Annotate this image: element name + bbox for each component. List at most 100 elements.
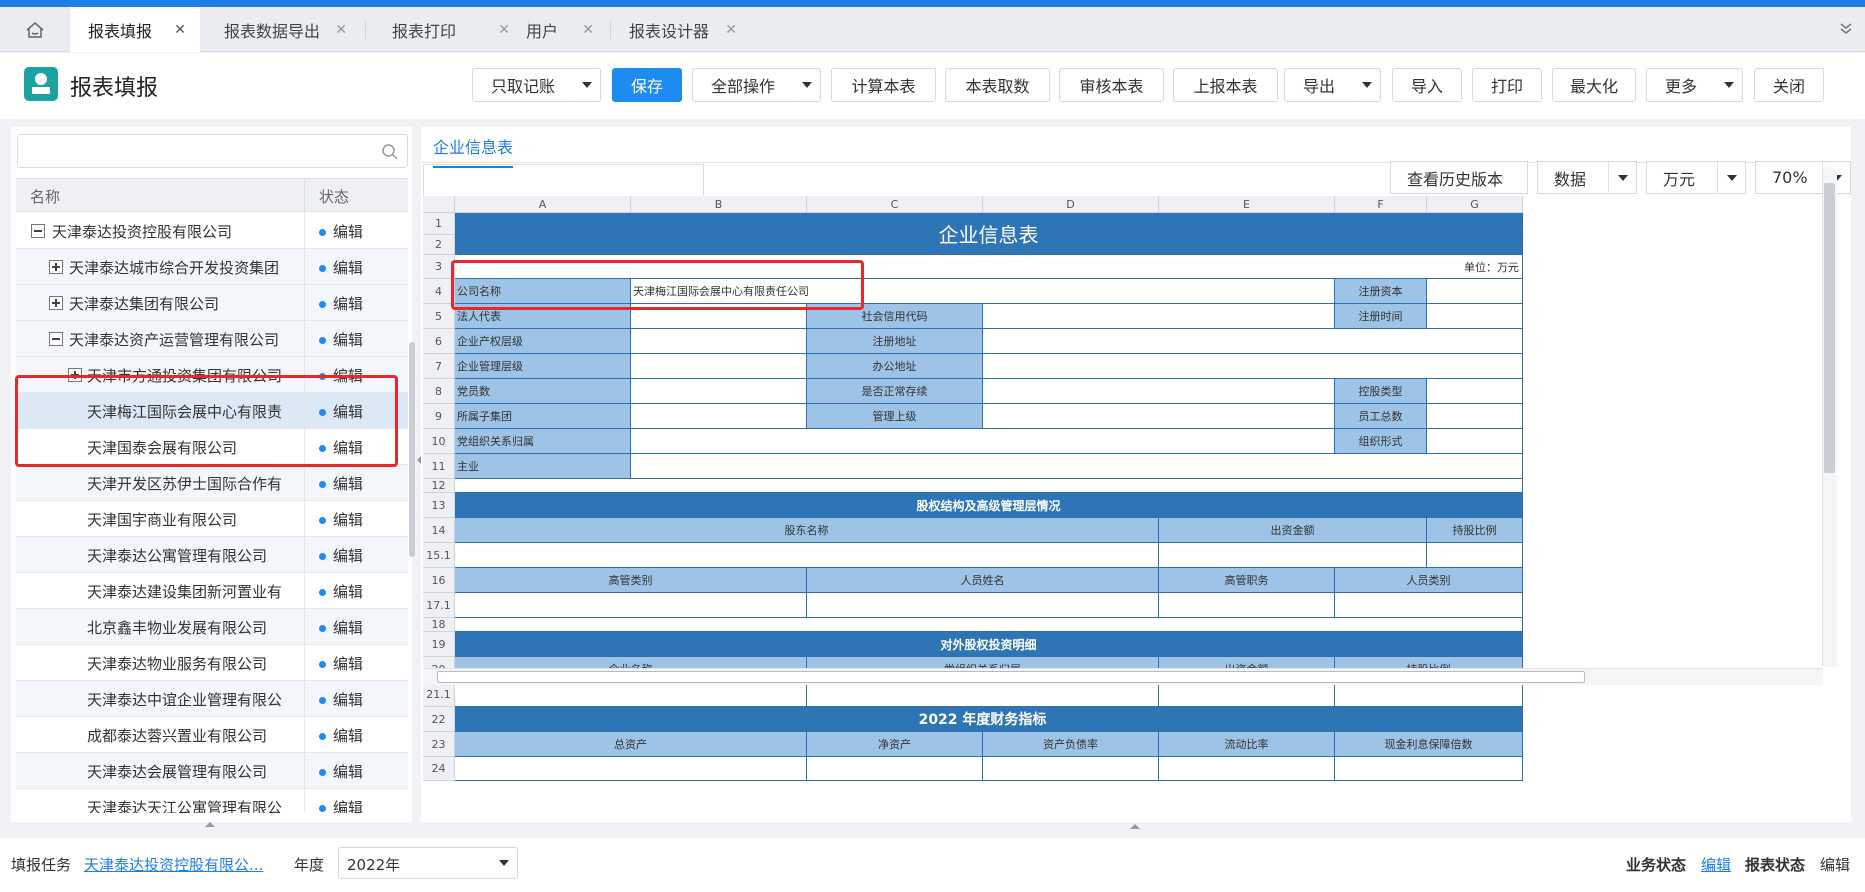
close-icon[interactable]: ✕ [582,22,594,38]
row-header[interactable]: 6 [423,329,455,354]
tree-row[interactable]: 天津泰达公寓管理有限公司 编辑 [16,537,408,573]
cell-shareholder-name[interactable] [455,543,1159,568]
col-header[interactable]: B [631,196,807,213]
row-header[interactable]: 9 [423,404,455,429]
tab-report-fill[interactable]: 报表填报 ✕ [70,7,200,52]
row-header[interactable]: 16 [423,568,455,593]
tree-row[interactable]: 天津国宇商业有限公司 编辑 [16,501,408,537]
cell-debt-ratio[interactable] [983,757,1159,781]
tab-user[interactable]: 用户 ✕ [508,7,608,52]
cell-share-ratio[interactable] [1427,543,1523,568]
cell-superior[interactable] [983,404,1335,429]
only-record-dropdown[interactable] [573,68,601,102]
tree-row[interactable]: 天津泰达天江公寓管理有限公 编辑 [16,789,408,813]
data-select[interactable]: 数据 [1537,161,1637,194]
row-header[interactable]: 11 [423,454,455,479]
tree-row[interactable]: 天津泰达会展管理有限公司 编辑 [16,753,408,789]
cell-net-assets[interactable] [807,757,983,781]
double-chevron-down-icon[interactable] [1839,21,1853,40]
row-header[interactable]: 2 [423,235,455,255]
view-history-button[interactable]: 查看历史版本 [1390,161,1528,194]
row-header[interactable]: 21.1 [423,682,455,707]
row-header[interactable]: 10 [423,429,455,454]
tree-row[interactable]: 天津泰达集团有限公司 编辑 [16,285,408,321]
sheet-horizontal-thumb[interactable] [437,671,1585,683]
cell-normal-operation[interactable] [983,379,1335,404]
cell-property-level[interactable] [631,329,807,354]
col-header[interactable]: F [1335,196,1427,213]
more-button[interactable]: 更多 [1646,68,1716,102]
cell-interest-coverage[interactable] [1335,757,1523,781]
cell-investment-amount[interactable] [1159,543,1427,568]
expand-icon[interactable] [49,260,63,274]
row-header[interactable]: 24 [423,757,455,781]
row-header[interactable]: 14 [423,518,455,543]
tab-report-designer[interactable]: 报表设计器 ✕ [611,7,751,52]
cell-party-org-invest[interactable] [807,682,1159,707]
unit-select[interactable]: 万元 [1646,161,1746,194]
search-icon[interactable] [381,143,399,165]
task-link[interactable]: 天津泰达投资控股有限公... [84,854,263,875]
print-button[interactable]: 打印 [1472,68,1542,102]
cell-formula-input[interactable] [423,164,704,198]
close-button[interactable]: 关闭 [1754,68,1824,102]
tree-row[interactable]: 天津泰达城市综合开发投资集团 编辑 [16,249,408,285]
home-tab[interactable] [0,7,70,52]
more-dropdown[interactable] [1715,68,1743,102]
row-header[interactable]: 23 [423,732,455,757]
cell-org-form[interactable] [1427,429,1523,454]
col-header[interactable]: G [1427,196,1523,213]
row-header[interactable]: 1 [423,213,455,235]
cell-mgmt-level[interactable] [631,354,807,379]
calculate-sheet-button[interactable]: 计算本表 [831,68,936,102]
collapse-icon[interactable] [31,224,45,238]
tree-scrollbar[interactable] [409,342,415,557]
row-header[interactable]: 13 [423,493,455,518]
cell-reg-capital[interactable] [1427,279,1523,304]
row-header[interactable]: 17.1 [423,593,455,618]
all-operations-dropdown[interactable] [793,68,821,102]
row-header[interactable]: 8 [423,379,455,404]
tab-report-export[interactable]: 报表数据导出 ✕ [206,7,361,52]
export-dropdown[interactable] [1353,68,1381,102]
cell-exec-category[interactable] [455,593,807,618]
tree-row[interactable]: 天津泰达资产运营管理有限公司 编辑 [16,321,408,357]
col-header[interactable]: A [455,196,631,213]
all-operations-button[interactable]: 全部操作 [692,68,794,102]
year-select[interactable]: 2022年 [338,847,518,879]
import-button[interactable]: 导入 [1392,68,1462,102]
cell-credit-code[interactable] [983,304,1335,329]
tree-row[interactable]: 成都泰达蓉兴置业有限公司 编辑 [16,717,408,753]
cell-reg-time[interactable] [1427,304,1523,329]
panel-collapse-icon[interactable] [205,822,215,827]
row-header[interactable]: 7 [423,354,455,379]
row-header[interactable]: 5 [423,304,455,329]
tree-row[interactable]: 天津泰达投资控股有限公司 编辑 [16,213,408,249]
sheet-vertical-thumb[interactable] [1824,183,1835,473]
tree-row[interactable]: 天津泰达物业服务有限公司 编辑 [16,645,408,681]
cell-person-name[interactable] [807,593,1159,618]
row-header[interactable]: 19 [423,632,455,657]
biz-status-link[interactable]: 编辑 [1701,854,1731,875]
col-header[interactable]: D [983,196,1159,213]
tree-row[interactable]: 天津泰达中谊企业管理有限公 编辑 [16,681,408,717]
tab-report-print[interactable]: 报表打印 ✕ [374,7,524,52]
bottom-panel-toggle-icon[interactable] [1130,824,1140,829]
close-icon[interactable]: ✕ [725,22,737,38]
row-header[interactable]: 15.1 [423,543,455,568]
expand-icon[interactable] [49,296,63,310]
col-header[interactable]: C [807,196,983,213]
cell-party-count[interactable] [631,379,807,404]
tree-row[interactable]: 天津泰达建设集团新河置业有 编辑 [16,573,408,609]
cell-reg-address[interactable] [983,329,1523,354]
close-icon[interactable]: ✕ [174,22,186,38]
fetch-data-button[interactable]: 本表取数 [945,68,1050,102]
audit-sheet-button[interactable]: 审核本表 [1059,68,1164,102]
cell-exec-position[interactable] [1159,593,1335,618]
save-button[interactable]: 保存 [612,68,682,102]
export-button[interactable]: 导出 [1284,68,1354,102]
cell-total-assets[interactable] [455,757,807,781]
cell-invest-amount[interactable] [1159,682,1335,707]
cell-staff-total[interactable] [1427,404,1523,429]
row-header[interactable]: 12 [423,479,455,493]
